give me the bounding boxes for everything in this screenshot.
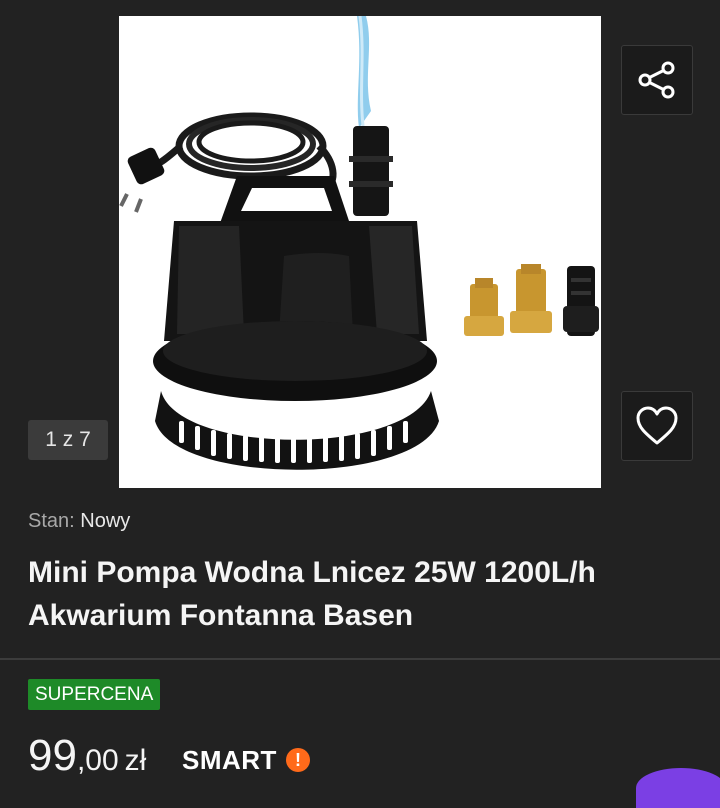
heart-icon <box>636 406 678 445</box>
product-condition: Stan: Nowy <box>28 510 130 533</box>
condition-label: Stan: <box>28 510 75 532</box>
product-gallery: 1 z 7 <box>0 0 720 500</box>
add-to-favorites-button[interactable] <box>621 391 693 461</box>
share-icon <box>638 61 675 99</box>
price-decimal: ,00 <box>76 744 119 777</box>
price: 99,00 zł <box>28 731 146 781</box>
product-title: Mini Pompa Wodna Lnicez 25W 1200L/h Akwa… <box>28 556 596 632</box>
price-currency: zł <box>124 744 147 777</box>
price-integer: 99 <box>28 731 77 780</box>
share-button[interactable] <box>621 45 693 115</box>
image-counter: 1 z 7 <box>28 420 108 460</box>
smart-logo: SMART <box>182 745 277 775</box>
supercena-badge: SUPERCENA <box>28 679 161 710</box>
product-image[interactable] <box>119 16 601 488</box>
smart-info-icon[interactable]: ! <box>286 748 310 772</box>
pump-illustration <box>119 16 599 470</box>
condition-value: Nowy <box>80 510 131 532</box>
section-divider <box>0 658 720 660</box>
chat-button[interactable] <box>636 768 720 808</box>
